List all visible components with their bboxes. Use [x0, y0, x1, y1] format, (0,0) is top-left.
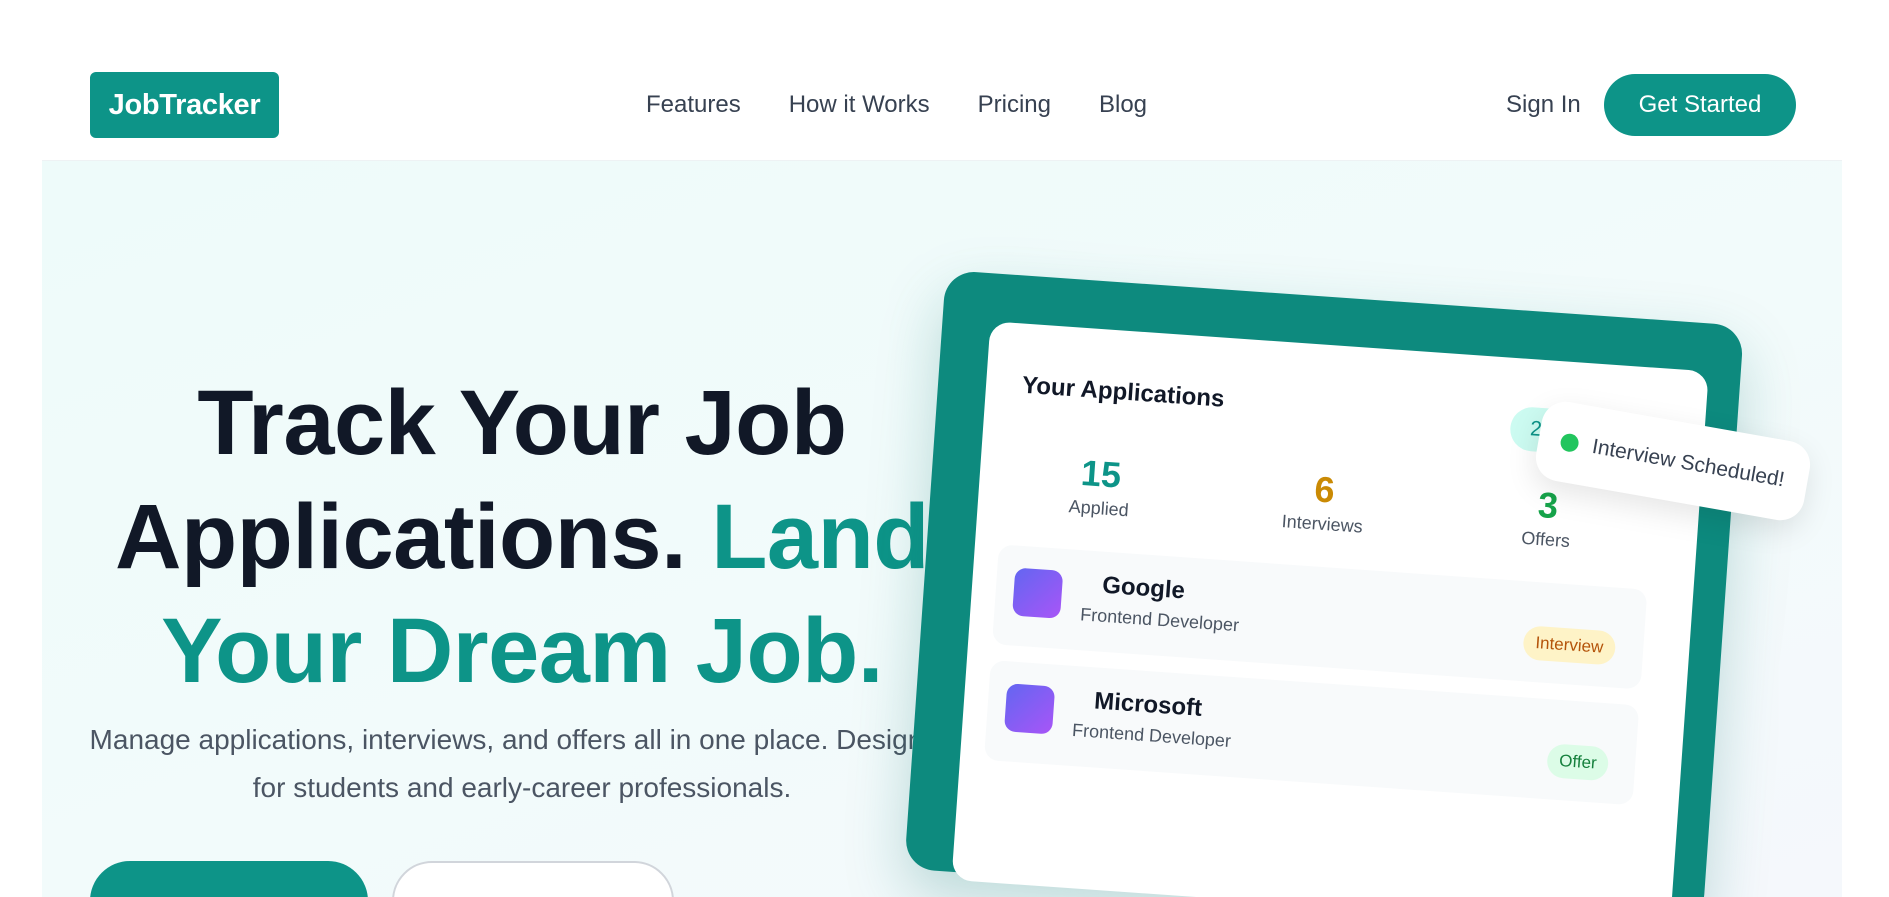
company-name: Microsoft [1093, 687, 1203, 722]
company-name: Google [1101, 571, 1186, 605]
company-logo-icon [1003, 683, 1056, 735]
secondary-cta-button[interactable] [392, 861, 674, 897]
stat-offers: 3 Offers [1460, 480, 1634, 557]
nav-link-features[interactable]: Features [646, 91, 741, 119]
status-badge: Offer [1546, 743, 1610, 782]
get-started-button[interactable]: Get Started [1604, 74, 1796, 136]
stat-interviews: 6 Interviews [1237, 464, 1411, 541]
nav-link-how-it-works[interactable]: How it Works [789, 91, 930, 119]
card-title: Your Applications [1021, 371, 1226, 413]
hero-headline: Track Your Job Applications. Land Your D… [82, 366, 962, 708]
hero-subtext: Manage applications, interviews, and off… [89, 724, 955, 803]
primary-cta-button[interactable] [90, 861, 368, 897]
company-logo-icon [1012, 567, 1064, 619]
sign-in-link[interactable]: Sign In [1506, 48, 1581, 161]
top-nav: JobTracker Features How it Works Pricing… [42, 48, 1842, 161]
nav-link-pricing[interactable]: Pricing [978, 91, 1051, 119]
dashboard-mockup: Your Applications 24 Active 15 Applied 6… [904, 270, 1745, 897]
nav-link-blog[interactable]: Blog [1099, 91, 1147, 119]
logo[interactable]: JobTracker [90, 72, 279, 138]
stat-applied-value: 15 [1079, 451, 1123, 496]
job-role: Frontend Developer [1071, 719, 1232, 751]
stat-interviews-value: 6 [1313, 468, 1337, 511]
stat-applied: 15 Applied [1013, 448, 1187, 525]
notification-text: Interview Scheduled! [1590, 434, 1787, 492]
status-dot-icon [1559, 432, 1581, 454]
status-badge: Interview [1522, 625, 1617, 666]
nav-links: Features How it Works Pricing Blog [646, 48, 1147, 161]
job-role: Frontend Developer [1079, 604, 1240, 636]
